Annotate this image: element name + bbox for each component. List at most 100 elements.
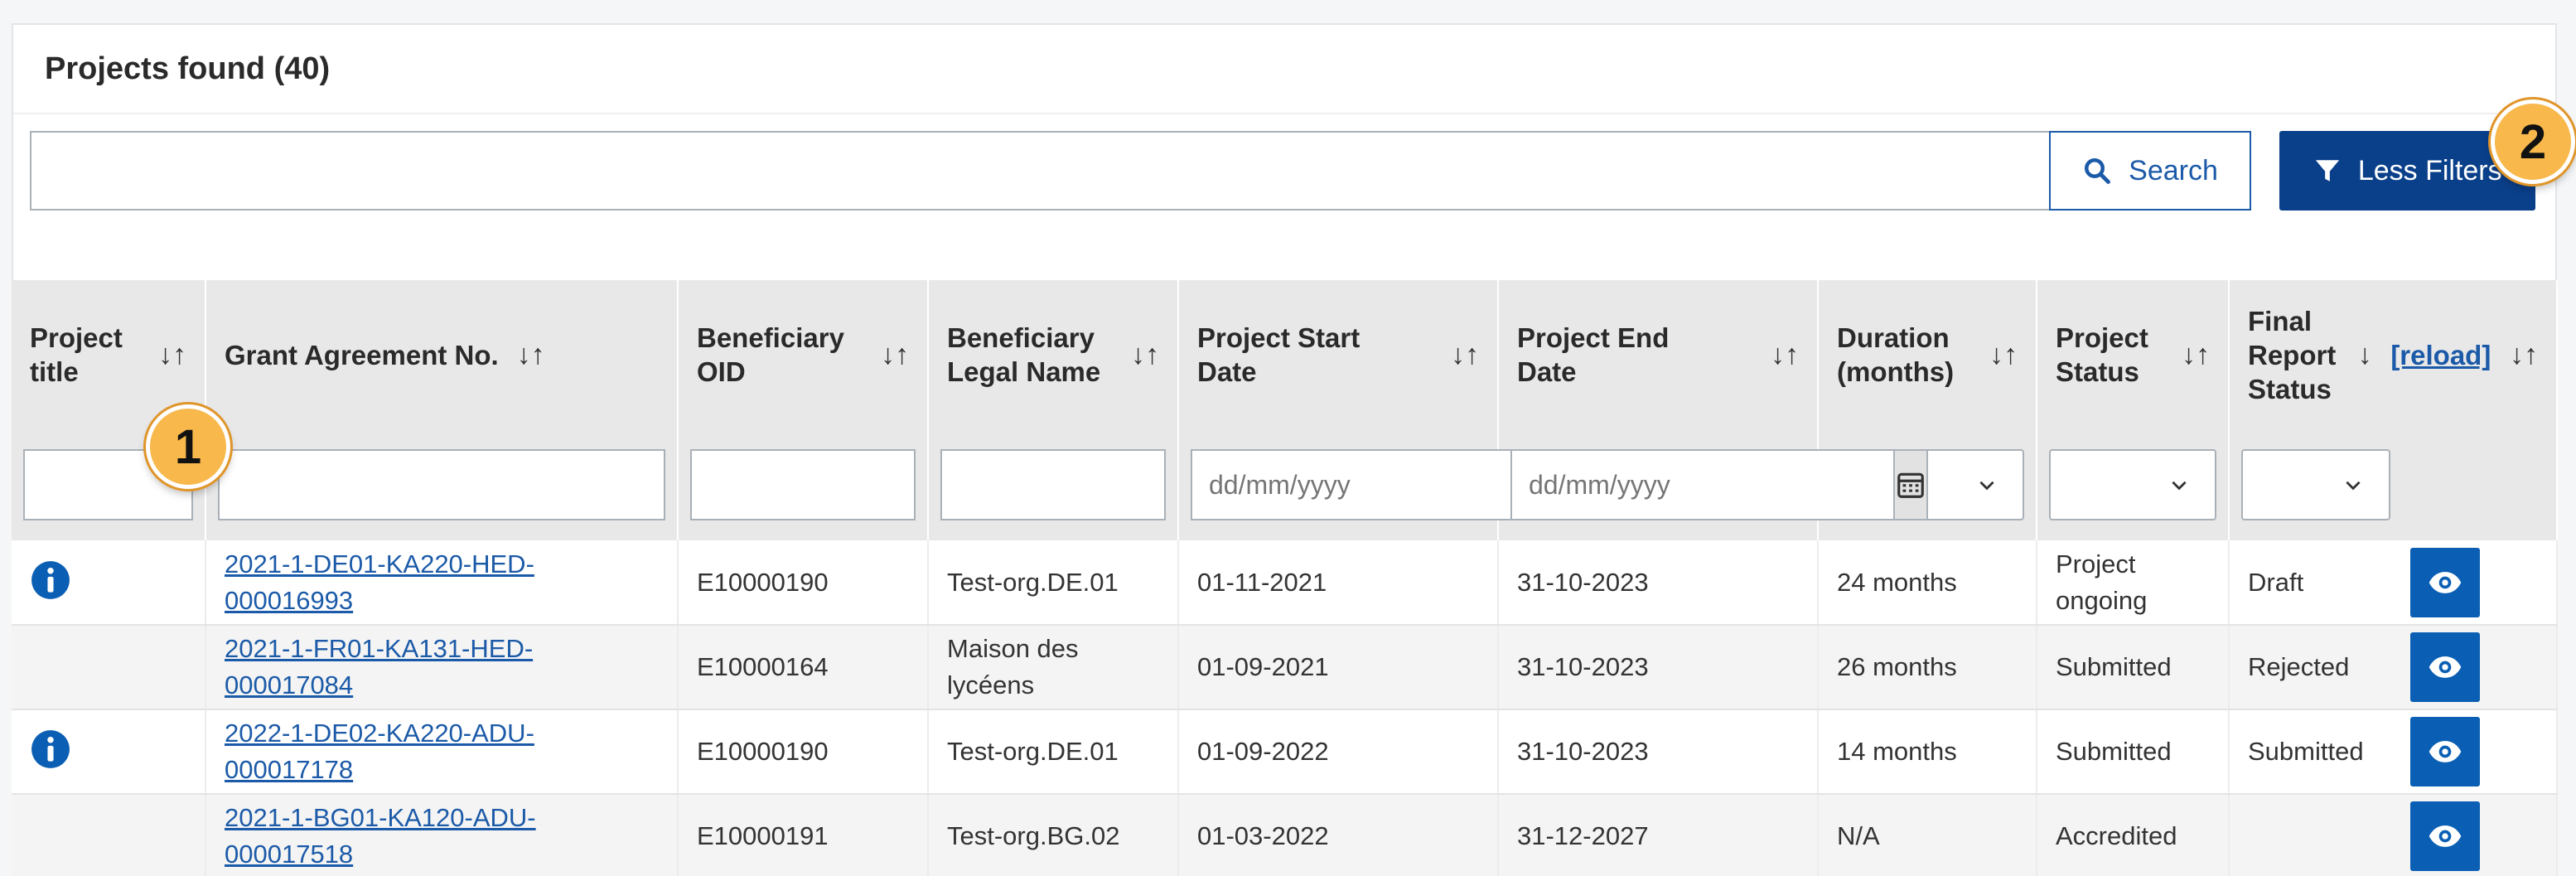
end-date: 31-12-2027 [1498, 794, 1819, 876]
beneficiary-oid: E10000190 [678, 540, 929, 626]
start-date: 01-09-2021 [1178, 625, 1499, 710]
col-start-date[interactable]: Project Start Date ↓↑ [1178, 280, 1499, 429]
project-status: Accredited [2037, 794, 2230, 876]
project-status: Project ongoing [2037, 540, 2230, 626]
col-beneficiary-oid[interactable]: Beneficiary OID ↓↑ [678, 280, 929, 429]
table-header-row: Project title ↓↑ Grant Agreement No. ↓↑ Be… [12, 280, 2558, 429]
table-row: 2021-1-BG01-KA120-ADU-000017518 E10000191… [12, 794, 2558, 876]
filter-icon [2315, 160, 2339, 181]
filter-beneficiary-name[interactable] [940, 449, 1166, 520]
view-project-button[interactable] [2410, 547, 2480, 617]
project-status: Submitted [2037, 709, 2230, 795]
sort-icon[interactable]: ↓↑ [1451, 338, 1479, 372]
search-icon [2085, 158, 2111, 184]
grant-agreement-link[interactable]: 2021-1-DE01-KA220-HED-000016993 [225, 549, 534, 615]
end-date-picker-button[interactable] [1893, 449, 1928, 520]
eye-icon [2429, 741, 2462, 762]
grant-agreement-link[interactable]: 2021-1-FR01-KA131-HED-000017084 [225, 634, 533, 699]
search-button-label: Search [2129, 154, 2218, 186]
col-grant-agreement[interactable]: Grant Agreement No. ↓↑ [205, 280, 679, 429]
start-date: 01-03-2022 [1178, 794, 1499, 876]
sort-icon[interactable]: ↓↑ [158, 338, 186, 372]
callout-badge-1: 1 [146, 404, 230, 489]
project-status: Submitted [2037, 625, 2230, 710]
col-beneficiary-name[interactable]: Beneficiary Legal Name ↓↑ [928, 280, 1179, 429]
final-report-cell: Rejected [2229, 625, 2558, 710]
calendar-icon [1897, 472, 1924, 498]
beneficiary-name: Test-org.DE.01 [928, 540, 1179, 626]
sort-icon[interactable]: ↓↑ [881, 338, 909, 372]
info-icon [31, 560, 70, 599]
view-project-button[interactable] [2410, 801, 2480, 871]
sort-icon[interactable]: ↓↑ [1989, 338, 2018, 372]
end-date: 31-10-2023 [1498, 625, 1819, 710]
reload-link[interactable]: [reload] [2390, 338, 2491, 372]
beneficiary-name: Test-org.BG.02 [928, 794, 1179, 876]
projects-table: Project title ↓↑ Grant Agreement No. ↓↑ Be… [12, 280, 2558, 876]
chevron-down-icon [2172, 481, 2187, 491]
duration: 24 months [1818, 540, 2037, 626]
table-row: 2021-1-DE01-KA220-HED-000016993 E10000190… [12, 540, 2558, 626]
end-date: 31-10-2023 [1498, 540, 1819, 626]
filter-beneficiary-oid[interactable] [690, 449, 916, 520]
callout-badge-2: 2 [2491, 99, 2575, 184]
project-title-cell [12, 625, 206, 710]
sort-icon[interactable]: ↓↑ [2510, 338, 2538, 372]
panel-title: Projects found (40) [13, 25, 2555, 114]
beneficiary-oid: E10000164 [678, 625, 929, 710]
final-report-status: Draft [2248, 567, 2304, 597]
view-project-button[interactable] [2410, 717, 2480, 786]
chevron-down-icon [1979, 481, 1994, 491]
eye-icon [2429, 571, 2462, 593]
info-icon [31, 730, 70, 768]
info-button[interactable] [30, 559, 71, 601]
final-report-cell: Submitted [2229, 709, 2558, 795]
final-report-cell [2229, 794, 2558, 876]
col-project-status[interactable]: Project Status ↓↑ [2037, 280, 2230, 429]
view-project-button[interactable] [2410, 632, 2480, 702]
chevron-down-icon [2346, 481, 2361, 491]
start-date: 01-11-2021 [1178, 540, 1499, 626]
final-report-status: Submitted [2248, 737, 2364, 766]
project-title-cell [12, 540, 206, 626]
search-input[interactable] [30, 131, 2049, 211]
eye-icon [2429, 656, 2462, 678]
sort-icon[interactable]: ↓↑ [1771, 338, 1799, 372]
end-date: 31-10-2023 [1498, 709, 1819, 795]
sort-desc-icon[interactable]: ↓ [2358, 338, 2372, 372]
sort-icon[interactable]: ↓↑ [517, 338, 545, 372]
col-end-date[interactable]: Project End Date ↓↑ [1498, 280, 1819, 429]
col-final-report-status[interactable]: Final Report Status ↓ [reload] ↓↑ [2229, 280, 2558, 429]
final-report-status: Rejected [2248, 652, 2350, 681]
grant-agreement-link[interactable]: 2021-1-BG01-KA120-ADU-000017518 [225, 803, 536, 869]
info-button[interactable] [30, 728, 71, 770]
start-date: 01-09-2022 [1178, 709, 1499, 795]
less-filters-label: Less Filters [2357, 154, 2502, 186]
filter-final-report-select[interactable] [2241, 449, 2390, 520]
final-report-cell: Draft [2229, 540, 2558, 626]
project-title-cell [12, 794, 206, 876]
duration: 26 months [1818, 625, 2037, 710]
sort-icon[interactable]: ↓↑ [1131, 338, 1159, 372]
sort-icon[interactable]: ↓↑ [2182, 338, 2210, 372]
table-row: 2021-1-FR01-KA131-HED-000017084 E10000164… [12, 625, 2558, 710]
filter-row [12, 429, 2558, 540]
search-row: Search Less Filters [30, 131, 2535, 211]
duration: N/A [1818, 794, 2037, 876]
duration: 14 months [1818, 709, 2037, 795]
filter-end-date [1510, 449, 1928, 520]
table-row: 2022-1-DE02-KA220-ADU-000017178 E10000190… [12, 709, 2558, 795]
eye-icon [2429, 825, 2462, 847]
filter-grant-agreement[interactable] [218, 449, 665, 520]
beneficiary-oid: E10000191 [678, 794, 929, 876]
beneficiary-name: Maison des lycéens [928, 625, 1179, 710]
search-button[interactable]: Search [2048, 131, 2252, 211]
end-date-input[interactable] [1510, 449, 1893, 520]
col-duration[interactable]: Duration (months) ↓↑ [1818, 280, 2037, 429]
project-title-cell [12, 709, 206, 795]
filter-project-status-select[interactable] [2049, 449, 2216, 520]
beneficiary-name: Test-org.DE.01 [928, 709, 1179, 795]
beneficiary-oid: E10000190 [678, 709, 929, 795]
filter-start-date [1191, 449, 1608, 520]
grant-agreement-link[interactable]: 2022-1-DE02-KA220-ADU-000017178 [225, 719, 534, 784]
